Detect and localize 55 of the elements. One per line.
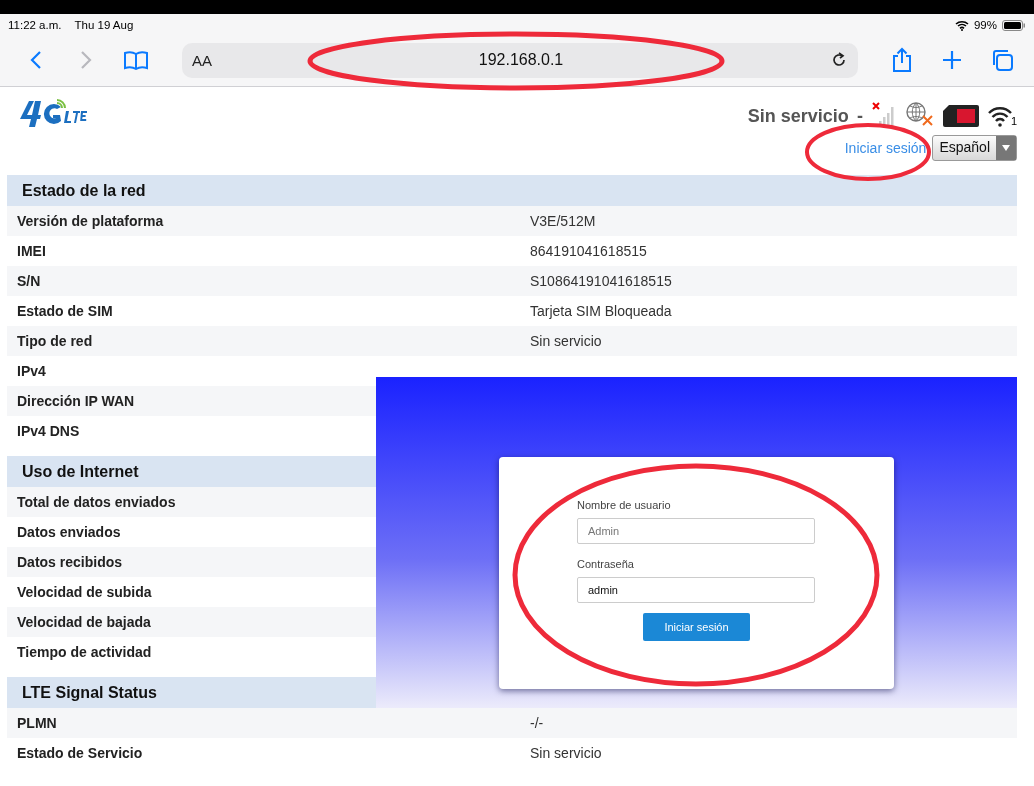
- row-label: IPv4: [16, 363, 47, 379]
- language-select[interactable]: Español: [932, 135, 1017, 161]
- battery-percent: 99%: [973, 19, 997, 31]
- wifi-client-count: 1: [1010, 115, 1017, 127]
- plus-icon: [942, 50, 962, 70]
- row-value: Sin servicio: [530, 745, 602, 761]
- username-field[interactable]: Admin: [577, 518, 815, 544]
- text-size-button[interactable]: AA: [192, 51, 212, 69]
- section-title: Estado de la red: [22, 181, 146, 200]
- row-label: Dirección IP WAN: [16, 393, 136, 409]
- login-link[interactable]: Iniciar sesión: [844, 140, 927, 156]
- caret-icon: [1002, 145, 1010, 151]
- section-title: Uso de Internet: [22, 462, 139, 481]
- back-icon: [30, 50, 42, 70]
- forward-icon: [80, 50, 92, 70]
- row-label: IMEI: [16, 243, 47, 259]
- row-label: S/N: [16, 273, 42, 289]
- row-label: Tipo de red: [16, 333, 94, 349]
- battery-icon: [1002, 19, 1026, 31]
- row-label: IPv4 DNS: [16, 423, 81, 439]
- wifi-icon: [954, 19, 969, 31]
- network-status: Sin servicio: [747, 106, 849, 127]
- row-label: Tiempo de actividad: [16, 644, 153, 660]
- row-value: Sin servicio: [530, 333, 602, 349]
- password-label: Contraseña: [577, 558, 634, 570]
- row-label: Velocidad de bajada: [16, 614, 152, 630]
- row-label: Estado de Servicio: [16, 745, 144, 761]
- row-label: PLMN: [16, 715, 58, 731]
- row-label: Versión de plataforma: [16, 213, 165, 229]
- username-label: Nombre de usuario: [577, 499, 671, 511]
- sim-card-icon: [942, 105, 979, 127]
- row-value: V3E/512M: [530, 213, 596, 229]
- no-internet-globe-icon: [904, 101, 935, 127]
- wifi-icon: [986, 105, 1013, 127]
- row-label: Velocidad de subida: [16, 584, 153, 600]
- row-value: -/-: [530, 715, 544, 731]
- no-signal-icon: [870, 101, 897, 127]
- status-date: Thu 19 Aug: [74, 19, 134, 31]
- status-separator: -: [856, 106, 863, 127]
- login-button[interactable]: Iniciar sesión: [643, 613, 750, 641]
- row-label: Estado de SIM: [16, 303, 114, 319]
- tabs-icon: [990, 48, 1014, 72]
- row-value: Tarjeta SIM Bloqueada: [530, 303, 672, 319]
- status-time: 11:22 a.m.: [8, 19, 62, 31]
- open-book-icon: [123, 50, 149, 70]
- row-label: Total de datos enviados: [16, 494, 177, 510]
- row-value: 864191041618515: [530, 243, 647, 259]
- reload-icon[interactable]: [830, 51, 848, 69]
- password-field[interactable]: admin: [577, 577, 815, 603]
- address-bar[interactable]: AA 192.168.0.1: [182, 42, 858, 78]
- row-label: Datos enviados: [16, 524, 122, 540]
- section-title: LTE Signal Status: [22, 683, 157, 702]
- row-value: S10864191041618515: [530, 273, 672, 289]
- share-icon: [892, 47, 912, 73]
- row-label: Datos recibidos: [16, 554, 124, 570]
